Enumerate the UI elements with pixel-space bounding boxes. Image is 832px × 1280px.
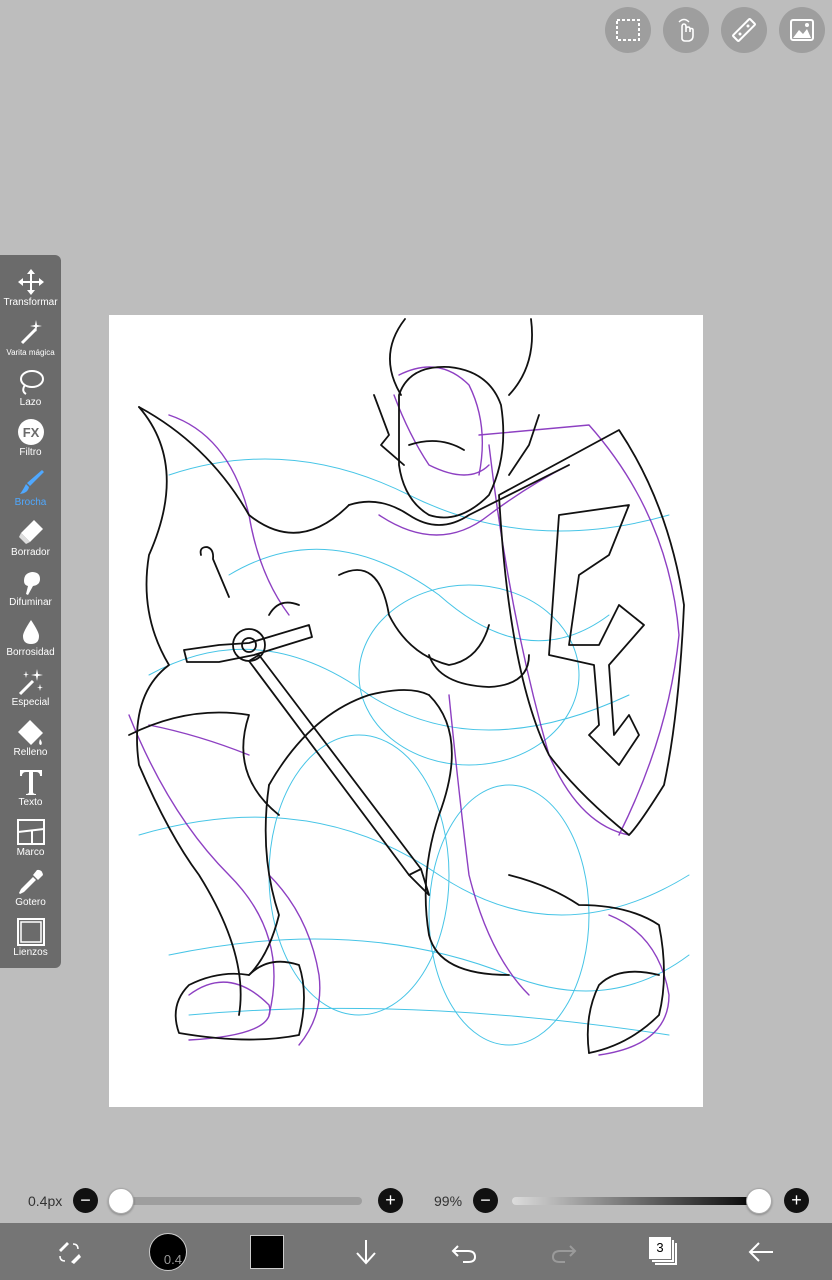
undo-icon: [451, 1244, 477, 1263]
layers-count: 3: [649, 1236, 671, 1259]
download-arrow-icon: [356, 1239, 376, 1264]
opacity-decrease-button[interactable]: −: [473, 1188, 498, 1213]
tool-panel: Transformar Varita mágica Lazo FX Filtro…: [0, 255, 61, 968]
tool-label: Lienzos: [13, 947, 48, 958]
opacity-slider-knob[interactable]: [746, 1188, 772, 1214]
blur-drop-icon: [22, 620, 39, 644]
tool-text[interactable]: Texto: [0, 759, 61, 809]
frame-icon: [16, 819, 45, 845]
brush-size-value: 0.4px: [28, 1193, 63, 1209]
tool-canvas[interactable]: Lienzos: [0, 909, 61, 959]
drawing-canvas[interactable]: [109, 315, 703, 1107]
hand-pointer-icon: [678, 18, 694, 42]
opacity-increase-button[interactable]: +: [784, 1188, 809, 1213]
tool-label: Difuminar: [9, 597, 52, 608]
tool-smudge[interactable]: Difuminar: [0, 559, 61, 609]
tool-magic-wand[interactable]: Varita mágica: [0, 309, 61, 359]
layers-button[interactable]: 3: [644, 1223, 684, 1280]
tool-label: Filtro: [19, 447, 42, 458]
opacity-value: 99%: [434, 1193, 463, 1209]
tool-transform[interactable]: Transformar: [0, 259, 61, 309]
eyedropper-icon: [18, 869, 43, 894]
brush-icon: [19, 470, 44, 494]
tool-label: Especial: [11, 697, 50, 708]
tool-fill[interactable]: Relleno: [0, 709, 61, 759]
image-icon: [790, 19, 814, 41]
svg-text:FX: FX: [22, 425, 39, 440]
layers-icon: 3: [649, 1236, 679, 1267]
tool-lasso[interactable]: Lazo: [0, 359, 61, 409]
canvas-icon: [16, 918, 45, 946]
fx-icon: FX: [17, 419, 44, 445]
tool-label: Brocha: [14, 497, 47, 508]
brush-eraser-swap-button[interactable]: [46, 1223, 92, 1280]
tool-blur[interactable]: Borrosidad: [0, 609, 61, 659]
redo-button[interactable]: [546, 1223, 582, 1280]
tool-label: Varita mágica: [6, 348, 55, 357]
back-button[interactable]: [742, 1223, 780, 1280]
dashed-rect-icon: [616, 19, 640, 41]
tool-label: Relleno: [13, 747, 48, 758]
tool-frame[interactable]: Marco: [0, 809, 61, 859]
gesture-button[interactable]: [663, 7, 709, 53]
ruler-icon: [732, 18, 756, 42]
move-arrows-icon: [17, 269, 44, 295]
tool-brush[interactable]: Brocha: [0, 459, 61, 509]
brush-eraser-swap-icon: [59, 1241, 81, 1264]
eraser-icon: [18, 520, 43, 544]
bottom-toolbar: 0.4 3: [0, 1223, 832, 1280]
tool-label: Texto: [18, 797, 43, 808]
tool-eraser[interactable]: Borrador: [0, 509, 61, 559]
opacity-slider-track[interactable]: [512, 1197, 760, 1205]
ruler-button[interactable]: [721, 7, 767, 53]
selection-button[interactable]: [605, 7, 651, 53]
brush-size-preview[interactable]: 0.4: [146, 1223, 190, 1280]
fill-bucket-icon: [17, 720, 43, 745]
magic-wand-icon: [20, 320, 42, 345]
tool-label: Transformar: [3, 297, 58, 308]
undo-button[interactable]: [446, 1223, 482, 1280]
tool-label: Gotero: [15, 897, 46, 908]
color-swatch[interactable]: [248, 1223, 286, 1280]
text-icon: [19, 770, 42, 795]
tool-eyedropper[interactable]: Gotero: [0, 859, 61, 909]
tool-label: Borrosidad: [6, 647, 55, 658]
gallery-button[interactable]: [779, 7, 825, 53]
sketch-artwork: [128, 318, 690, 1056]
smudge-icon: [23, 572, 40, 595]
tool-special[interactable]: Especial: [0, 659, 61, 709]
special-sparkle-icon: [18, 669, 43, 696]
save-download-button[interactable]: [348, 1223, 384, 1280]
brush-size-slider-knob[interactable]: [108, 1188, 134, 1214]
redo-icon: [551, 1244, 577, 1263]
brush-size-increase-button[interactable]: +: [378, 1188, 403, 1213]
back-arrow-icon: [748, 1241, 773, 1262]
tool-label: Borrador: [11, 547, 50, 558]
tool-filter[interactable]: FX Filtro: [0, 409, 61, 459]
brush-preview-label: 0.4: [163, 1251, 182, 1267]
tool-label: Marco: [16, 847, 45, 858]
brush-size-decrease-button[interactable]: −: [73, 1188, 98, 1213]
brush-size-slider-track[interactable]: [112, 1197, 362, 1205]
lasso-icon: [19, 370, 44, 395]
tool-label: Lazo: [19, 397, 42, 408]
